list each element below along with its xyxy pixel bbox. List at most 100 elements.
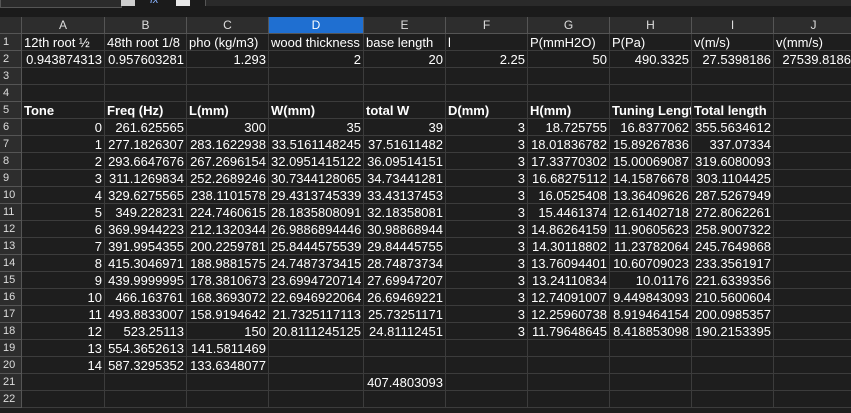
table-cell[interactable]: 523.25113 (105, 323, 187, 340)
cell-empty[interactable] (774, 221, 851, 238)
table-cell[interactable] (269, 357, 364, 374)
row-header-14[interactable]: 14 (0, 255, 22, 272)
cell-empty[interactable] (269, 374, 364, 391)
table-cell[interactable]: 3 (446, 238, 528, 255)
table-cell[interactable] (446, 357, 528, 374)
table-cell[interactable]: 3 (446, 255, 528, 272)
column-header-h[interactable]: H (610, 17, 692, 34)
cell-c5[interactable]: L(mm) (187, 102, 269, 119)
cell-empty[interactable] (774, 170, 851, 187)
cell-a5[interactable]: Tone (22, 102, 105, 119)
table-cell[interactable]: 3 (22, 170, 105, 187)
table-cell[interactable]: 415.3046971 (105, 255, 187, 272)
row-header-15[interactable]: 15 (0, 272, 22, 289)
table-cell[interactable]: 3 (446, 289, 528, 306)
table-cell[interactable]: 261.625565 (105, 119, 187, 136)
cell-empty[interactable] (364, 85, 446, 102)
table-cell[interactable] (528, 357, 610, 374)
table-cell[interactable]: 30.98868944 (364, 221, 446, 238)
cell-empty[interactable] (692, 85, 774, 102)
table-cell[interactable]: 18.725755 (528, 119, 610, 136)
cell-b1[interactable]: 48th root 1/8 (105, 34, 187, 51)
row-header-4[interactable]: 4 (0, 85, 22, 102)
table-cell[interactable] (364, 357, 446, 374)
table-cell[interactable]: 8 (22, 255, 105, 272)
table-cell[interactable]: 26.69469221 (364, 289, 446, 306)
table-cell[interactable]: 12.74091007 (528, 289, 610, 306)
cell-empty[interactable] (774, 68, 851, 85)
name-box-dropdown[interactable] (121, 0, 135, 6)
cell-empty[interactable] (774, 238, 851, 255)
table-cell[interactable]: 14.30118802 (528, 238, 610, 255)
row-header-7[interactable]: 7 (0, 136, 22, 153)
cell-empty[interactable] (774, 272, 851, 289)
table-cell[interactable]: 277.1826307 (105, 136, 187, 153)
row-header-9[interactable]: 9 (0, 170, 22, 187)
row-header-5[interactable]: 5 (0, 102, 22, 119)
table-cell[interactable]: 245.7649868 (692, 238, 774, 255)
table-cell[interactable]: 14 (22, 357, 105, 374)
cell-c1[interactable]: pho (kg/m3) (187, 34, 269, 51)
column-header-a[interactable]: A (22, 17, 105, 34)
table-cell[interactable]: 439.9999995 (105, 272, 187, 289)
cell-empty[interactable] (22, 68, 105, 85)
table-cell[interactable]: 221.6339356 (692, 272, 774, 289)
cell-e5[interactable]: total W (364, 102, 446, 119)
column-header-b[interactable]: B (105, 17, 187, 34)
table-cell[interactable]: 11.23782064 (610, 238, 692, 255)
cell-empty[interactable] (446, 68, 528, 85)
cell-empty[interactable] (105, 391, 187, 408)
name-box[interactable] (0, 0, 122, 8)
cell-empty[interactable] (774, 374, 851, 391)
cell-empty[interactable] (22, 374, 105, 391)
table-cell[interactable]: 190.2153395 (692, 323, 774, 340)
table-cell[interactable]: 18.01836782 (528, 136, 610, 153)
table-cell[interactable]: 178.3810673 (187, 272, 269, 289)
cell-empty[interactable] (446, 374, 528, 391)
table-cell[interactable]: 224.7460615 (187, 204, 269, 221)
row-header-13[interactable]: 13 (0, 238, 22, 255)
row-header-8[interactable]: 8 (0, 153, 22, 170)
table-cell[interactable]: 9 (22, 272, 105, 289)
row-header-12[interactable]: 12 (0, 221, 22, 238)
cell-empty[interactable] (22, 391, 105, 408)
table-cell[interactable]: 391.9954355 (105, 238, 187, 255)
cell-f1[interactable]: l (446, 34, 528, 51)
table-cell[interactable]: 9.449843093 (610, 289, 692, 306)
table-cell[interactable]: 24.7487373415 (269, 255, 364, 272)
table-cell[interactable]: 158.9194642 (187, 306, 269, 323)
table-cell[interactable]: 5 (22, 204, 105, 221)
table-cell[interactable]: 30.7344128065 (269, 170, 364, 187)
function-icon[interactable]: fx (150, 0, 159, 6)
table-cell[interactable]: 15.4461374 (528, 204, 610, 221)
table-cell[interactable]: 272.8062261 (692, 204, 774, 221)
table-cell[interactable]: 33.43137453 (364, 187, 446, 204)
table-cell[interactable]: 23.6994720714 (269, 272, 364, 289)
table-cell[interactable]: 25.73251171 (364, 306, 446, 323)
cell-empty[interactable] (692, 374, 774, 391)
column-header-d[interactable]: D (269, 17, 364, 34)
cell-empty[interactable] (610, 85, 692, 102)
table-cell[interactable]: 16.0525408 (528, 187, 610, 204)
table-cell[interactable]: 15.00069087 (610, 153, 692, 170)
table-cell[interactable]: 12 (22, 323, 105, 340)
row-header-17[interactable]: 17 (0, 306, 22, 323)
cell-empty[interactable] (269, 68, 364, 85)
cell-empty[interactable] (269, 85, 364, 102)
table-cell[interactable]: 3 (446, 221, 528, 238)
table-cell[interactable]: 319.6080093 (692, 153, 774, 170)
table-cell[interactable]: 233.3561917 (692, 255, 774, 272)
table-cell[interactable]: 10.01176 (610, 272, 692, 289)
cell-empty[interactable] (774, 306, 851, 323)
table-cell[interactable]: 11 (22, 306, 105, 323)
table-cell[interactable]: 168.3693072 (187, 289, 269, 306)
table-cell[interactable]: 3 (446, 119, 528, 136)
table-cell[interactable]: 6 (22, 221, 105, 238)
table-cell[interactable]: 267.2696154 (187, 153, 269, 170)
cell-empty[interactable] (105, 374, 187, 391)
table-cell[interactable] (692, 340, 774, 357)
table-cell[interactable]: 29.84445755 (364, 238, 446, 255)
cell-empty[interactable] (364, 391, 446, 408)
table-cell[interactable]: 188.9881575 (187, 255, 269, 272)
table-cell[interactable]: 8.919464154 (610, 306, 692, 323)
